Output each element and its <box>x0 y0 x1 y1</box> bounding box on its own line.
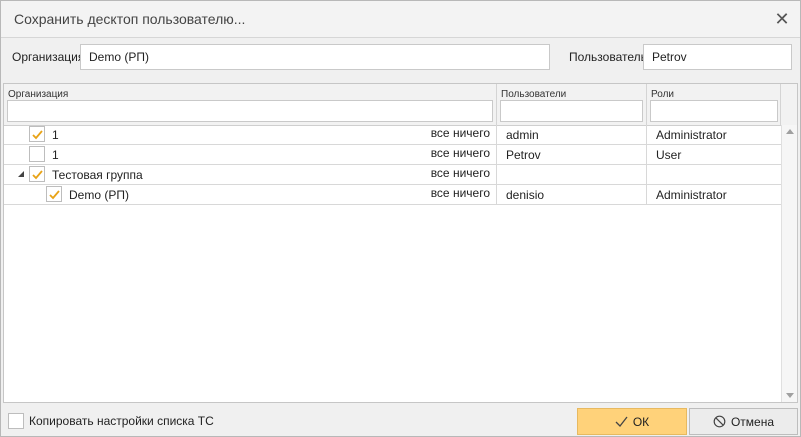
row-checkbox[interactable] <box>29 166 45 182</box>
select-all-link[interactable]: все <box>431 186 450 200</box>
select-all-link[interactable]: все <box>431 126 450 140</box>
column-users: Пользователи <box>497 84 647 125</box>
row-user: admin <box>506 128 539 142</box>
dialog-title: Сохранить десктоп пользователю... <box>14 11 246 27</box>
table-row[interactable]: 1 все ничего admin Administrator <box>4 125 781 145</box>
select-none-link[interactable]: ничего <box>453 166 490 180</box>
row-role: Administrator <box>656 128 727 142</box>
filter-bar: Организация Пользователь <box>1 38 800 76</box>
grid-header: Организация Пользователи Роли <box>4 84 797 126</box>
cancel-button-label: Отмена <box>730 414 775 429</box>
row-checkbox[interactable] <box>29 146 45 162</box>
column-organization: Организация <box>4 84 497 125</box>
select-none-link[interactable]: ничего <box>453 126 490 140</box>
column-roles: Роли <box>647 84 781 125</box>
ok-button[interactable]: ОК <box>577 408 687 435</box>
ok-button-label: ОК <box>632 414 650 429</box>
row-name: Тестовая группа <box>52 168 143 182</box>
table-row[interactable]: 1 все ничего Petrov User <box>4 145 781 165</box>
row-checkbox[interactable] <box>29 126 45 142</box>
scroll-down-icon[interactable] <box>786 393 794 398</box>
cancel-button[interactable]: Отмена <box>689 408 798 435</box>
grid-body: 1 все ничего admin Administrator 1 все н… <box>4 125 781 402</box>
row-user: denisio <box>506 188 545 202</box>
users-column-filter[interactable] <box>500 100 643 122</box>
copy-settings-checkbox[interactable] <box>8 413 24 429</box>
row-name: 1 <box>52 128 59 142</box>
row-checkbox[interactable] <box>46 186 62 202</box>
check-icon <box>49 190 60 200</box>
column-roles-label: Роли <box>651 89 674 100</box>
organization-input[interactable] <box>80 44 550 70</box>
row-name: Demo (РП) <box>69 188 129 202</box>
table-row-group[interactable]: Тестовая группа все ничего <box>4 165 781 185</box>
row-role: User <box>656 148 682 162</box>
users-grid: Организация Пользователи Роли 1 все ниче… <box>3 83 798 403</box>
column-users-label: Пользователи <box>501 89 567 100</box>
vertical-scrollbar[interactable] <box>781 125 797 402</box>
user-label: Пользователь <box>569 50 647 64</box>
organization-column-filter[interactable] <box>7 100 493 122</box>
collapse-triangle-icon[interactable] <box>18 171 24 177</box>
scroll-up-icon[interactable] <box>786 129 794 134</box>
save-desktop-dialog: Сохранить десктоп пользователю... ✕ Орга… <box>0 0 801 437</box>
table-row[interactable]: Demo (РП) все ничего denisio Administrat… <box>4 185 781 205</box>
column-organization-label: Организация <box>8 89 69 100</box>
select-all-link[interactable]: все <box>431 166 450 180</box>
dialog-footer: Копировать настройки списка ТС ОК Отмена <box>1 405 800 436</box>
roles-column-filter[interactable] <box>650 100 778 122</box>
copy-settings-label: Копировать настройки списка ТС <box>29 414 214 428</box>
select-none-link[interactable]: ничего <box>453 186 490 200</box>
select-all-link[interactable]: все <box>431 146 450 160</box>
no-entry-icon <box>713 415 726 428</box>
check-icon <box>615 416 628 427</box>
check-icon <box>32 170 43 180</box>
row-name: 1 <box>52 148 59 162</box>
organization-label: Организация <box>12 50 85 64</box>
check-icon <box>32 130 43 140</box>
select-none-link[interactable]: ничего <box>453 146 490 160</box>
row-role: Administrator <box>656 188 727 202</box>
row-user: Petrov <box>506 148 541 162</box>
title-bar: Сохранить десктоп пользователю... ✕ <box>1 1 800 38</box>
close-icon[interactable]: ✕ <box>772 9 792 29</box>
user-input[interactable] <box>643 44 792 70</box>
